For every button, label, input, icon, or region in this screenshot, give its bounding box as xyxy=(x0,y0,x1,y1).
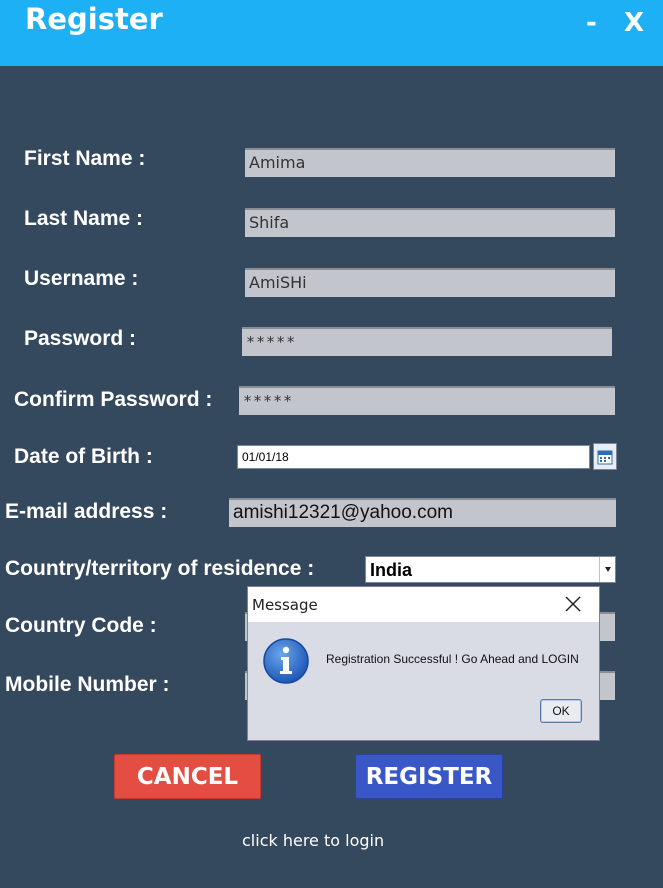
country-select-value: India xyxy=(370,560,413,580)
password-field[interactable]: ***** xyxy=(242,327,612,356)
confirm-password-label: Confirm Password : xyxy=(14,388,213,411)
password-label: Password : xyxy=(24,327,137,350)
info-icon xyxy=(263,638,309,684)
message-dialog: Message Registration Successful ! Go Ahe… xyxy=(247,586,600,741)
date-of-birth-label: Date of Birth : xyxy=(14,445,153,468)
first-name-label: First Name : xyxy=(24,147,146,170)
confirm-password-field[interactable]: ***** xyxy=(239,386,615,415)
close-button[interactable]: X xyxy=(624,8,644,38)
country-label: Country/territory of residence : xyxy=(5,557,315,580)
dropdown-arrow-icon[interactable] xyxy=(599,557,615,582)
dialog-message: Registration Successful ! Go Ahead and L… xyxy=(326,652,579,666)
title-bar: Register - X xyxy=(0,0,663,66)
minimize-button[interactable]: - xyxy=(586,8,597,38)
country-code-label: Country Code : xyxy=(5,614,157,637)
dialog-header: Message xyxy=(248,587,599,622)
last-name-field[interactable]: Shifa xyxy=(245,208,615,237)
calendar-button[interactable] xyxy=(593,443,617,470)
close-icon[interactable] xyxy=(561,592,585,616)
first-name-field[interactable]: Amima xyxy=(245,148,615,177)
email-label: E-mail address : xyxy=(5,500,168,523)
window-title: Register xyxy=(25,2,163,36)
cancel-button[interactable]: CANCEL xyxy=(114,754,261,799)
login-link[interactable]: click here to login xyxy=(242,831,384,850)
register-button[interactable]: REGISTER xyxy=(355,754,503,799)
date-of-birth-field[interactable]: 01/01/18 xyxy=(237,445,590,469)
username-field[interactable]: AmiSHi xyxy=(245,268,615,297)
ok-button[interactable]: OK xyxy=(540,699,582,723)
email-field[interactable]: amishi12321@yahoo.com xyxy=(229,498,616,527)
country-select[interactable]: India xyxy=(365,556,616,583)
calendar-icon xyxy=(597,450,613,464)
last-name-label: Last Name : xyxy=(24,207,144,230)
mobile-number-label: Mobile Number : xyxy=(5,673,170,696)
username-label: Username : xyxy=(24,267,139,290)
dialog-title: Message xyxy=(252,596,318,614)
